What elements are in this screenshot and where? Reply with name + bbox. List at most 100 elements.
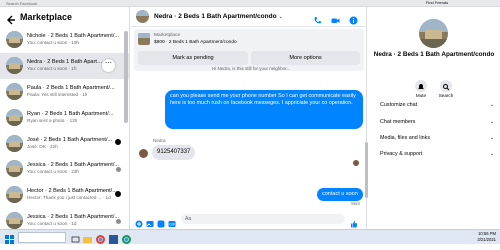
chevron-down-icon[interactable]: ⌄ [279,14,283,20]
conversation-name: Jessica · 2 Beds 1 Bath Apartment/... [27,162,120,169]
search-label: Search [438,93,454,98]
back-arrow-icon[interactable] [6,12,16,25]
conversation-preview: You: contact u soon · 23h [27,169,79,175]
customize-chat-row[interactable]: Customize chat ⌄ [380,102,496,108]
sidebar-header: Marketplace [0,7,129,27]
avatar [6,160,23,178]
mute-label: Mute [415,93,427,98]
read-receipt-icon [116,166,121,172]
windows-taskbar: 10:56 PM 3/21/2021 [0,229,500,244]
avatar [6,186,23,204]
search-button[interactable]: Search [434,80,458,98]
sender-avatar [139,149,148,158]
outgoing-message-bubble: can you please send me your phone number… [165,90,363,129]
contact-name: Nedra · 2 Beds 1 Bath Apartment/condo [373,51,495,58]
row-label: Chat members [380,119,416,125]
conversation-item[interactable]: José · 2 Beds 1 Bath Apartment/... José: … [0,130,129,156]
conversation-name: Paula · 2 Beds 1 Bath Apartment/... [27,84,115,91]
conversation-name: José · 2 Beds 1 Bath Apartment/... [27,136,113,143]
conversation-item[interactable]: Jessica · 2 Beds 1 Bath Apartment/... You… [0,156,129,182]
chat-title[interactable]: Nedra · 2 Beds 1 Bath Apartment/condo [154,13,277,20]
conversation-item-active[interactable]: Nedra · 2 Beds 1 Bath Apartme... You: con… [0,52,129,79]
windows-start-icon[interactable] [4,232,15,244]
conversation-preview: Paula: Yes still interested · 1h [27,91,88,97]
row-label: Customize chat [380,102,418,108]
avatar [419,19,448,48]
video-icon[interactable] [331,12,340,23]
avatar [6,82,23,100]
conversation-preview: You: contact u soon · 1d [27,220,77,226]
facebook-search-input[interactable]: Search Facebook [6,1,48,6]
more-options-icon[interactable]: ⋯ [102,58,115,72]
browser-top-strip: Search Facebook Find Friends [0,0,500,7]
chrome-icon[interactable] [95,232,106,244]
mark-as-pending-button[interactable]: Mark as pending [138,51,248,65]
message-composer: GIF Aa [131,210,367,228]
conversation-item[interactable]: Jessica · 2 Beds 1 Bath Apartment/... You… [0,208,129,229]
avatar [6,108,23,126]
cut-off-message: Hi Nedra, is this still for your neighbo… [212,66,291,71]
marketplace-listing-card: Marketplace $800 · 2 Beds 1 Bath Apartme… [134,29,364,71]
conversation-name: Ryan · 2 Beds 1 Bath Apartment/... [27,110,114,117]
gif-icon[interactable]: GIF [168,215,176,227]
media-files-links-row[interactable]: Media, files and links ⌄ [380,135,496,141]
outgoing-message-bubble: contact u soon [317,188,363,201]
mute-button[interactable]: Mute [409,80,433,98]
word-icon[interactable] [108,232,119,244]
clock-date: 3/21/2021 [477,237,496,242]
sidebar-title: Marketplace [20,12,73,22]
conversation-item[interactable]: Hector · 2 Beds 1 Bath Apartment/... Hect… [0,182,129,208]
read-receipt-icon [116,218,121,224]
taskbar-search-box[interactable] [18,232,66,243]
sticker-icon[interactable] [157,215,165,228]
chrome-icon[interactable] [121,232,132,244]
chat-header: Nedra · 2 Beds 1 Bath Apartment/condo ⌄ [131,7,367,27]
conversation-name: Nichole · 2 Beds 1 Bath Apartment/... [27,33,120,40]
conversation-preview: José: OK · 22h [27,143,58,149]
more-options-button[interactable]: More options [251,51,360,65]
system-clock[interactable]: 10:56 PM 3/21/2021 [477,231,496,243]
conversation-item[interactable]: Paula · 2 Beds 1 Bath Apartment/... Paula… [0,79,129,105]
avatar [6,31,23,49]
conversation-item[interactable]: Nichole · 2 Beds 1 Bath Apartment/... You… [0,27,129,53]
chevron-down-icon: ⌄ [489,119,494,125]
task-view-icon[interactable] [70,232,81,243]
conversation-name: Nedra · 2 Beds 1 Bath Apartme... [27,59,107,66]
row-label: Media, files and links [380,135,431,141]
conversation-name: Jessica · 2 Beds 1 Bath Apartment/... [27,213,120,220]
phone-icon[interactable] [313,12,322,24]
file-explorer-icon[interactable] [82,232,93,243]
incoming-message-bubble: 9125407337 [152,145,196,160]
chevron-down-icon: ⌄ [489,135,494,141]
row-label: Privacy & support [380,151,423,157]
avatar [136,10,149,23]
unread-dot-icon [115,190,121,197]
avatar [6,134,23,152]
sidebar-scrollbar[interactable] [124,31,128,123]
conversation-preview: Hector: Thank you i just contacted ... ·… [27,195,111,201]
conversation-preview: You: contact u soon · 10h [27,40,79,46]
listing-label: Marketplace [154,33,181,38]
message-input[interactable]: Aa [181,214,345,224]
chat-members-row[interactable]: Chat members ⌄ [380,119,496,125]
conversation-name: Hector · 2 Beds 1 Bath Apartment/... [27,188,117,195]
chevron-down-icon: ⌄ [489,102,494,108]
find-friends-button[interactable]: Find Friends [412,0,462,6]
conversation-info-panel: Nedra · 2 Beds 1 Bath Apartment/condo Mu… [368,7,500,229]
chevron-down-icon: ⌄ [489,151,494,157]
privacy-support-row[interactable]: Privacy & support ⌄ [380,151,496,157]
plus-circle-icon[interactable] [135,215,143,228]
conversation-preview: Ryan sent a photo. · 12h [27,117,78,123]
image-icon[interactable] [146,215,154,227]
thumbs-up-icon[interactable] [350,215,358,228]
listing-subtitle[interactable]: $800 · 2 Beds 1 Bath Apartment/condo [154,40,237,45]
listing-thumbnail [138,33,150,45]
sender-name: Nedra [153,138,166,143]
conversation-item[interactable]: Ryan · 2 Beds 1 Bath Apartment/... Ryan s… [0,104,129,130]
info-icon[interactable] [349,12,358,25]
sent-status: Sent [351,201,360,206]
svg-text:GIF: GIF [169,223,175,227]
avatar [6,57,23,75]
avatar [6,211,23,229]
conversation-preview: You: contact u soon · 1h [27,66,77,72]
